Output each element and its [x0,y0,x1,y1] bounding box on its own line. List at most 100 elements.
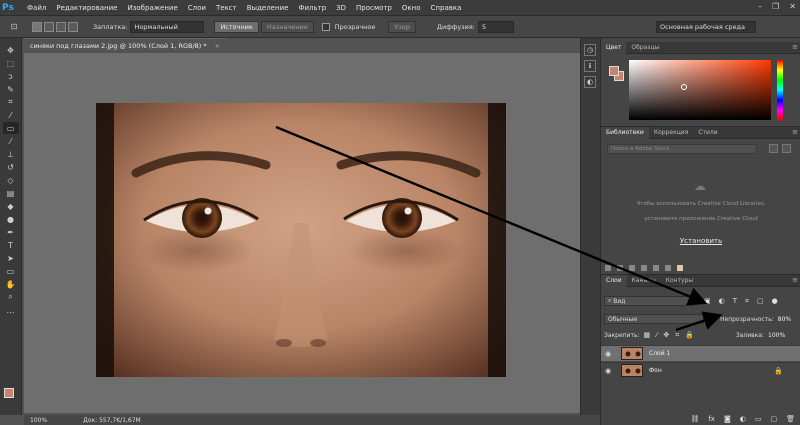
dodge-tool-icon[interactable]: ● [3,213,19,225]
filter-pixel-icon[interactable]: ▣ [704,297,711,306]
history-panel-icon[interactable]: ◷ [584,44,596,56]
maximize-button[interactable]: ❐ [772,2,779,11]
layer-name[interactable]: Фон [649,367,662,374]
more-tools-icon[interactable]: … [3,304,19,316]
library-item-icon[interactable] [605,265,611,271]
menu-select[interactable]: Выделение [242,4,294,12]
zoom-tool-icon[interactable]: ⌕ [3,291,19,303]
filter-type-icon[interactable]: T [733,297,737,306]
intersect-selection-icon[interactable] [68,21,78,32]
color-field[interactable] [629,60,771,120]
panel-menu-icon[interactable]: ≡ [792,128,798,136]
lock-transparency-icon[interactable]: ▦ [644,331,651,340]
eyedropper-tool-icon[interactable]: ⁄ [3,109,19,121]
patch-tool-preset-icon[interactable]: ⊡ [6,20,22,32]
diffusion-select[interactable]: 5 [477,20,514,33]
canvas-area[interactable] [24,53,580,413]
path-select-tool-icon[interactable]: ➤ [3,252,19,264]
face-photo[interactable] [96,103,506,377]
gradient-tool-icon[interactable]: ▤ [3,187,19,199]
stock-search-input[interactable]: Поиск в Adobe Stock [607,144,757,154]
library-item-icon[interactable] [653,265,659,271]
menu-help[interactable]: Справка [426,4,467,12]
menu-window[interactable]: Окно [397,4,426,12]
lock-artboard-icon[interactable]: ⌗ [675,331,679,340]
tab-channels[interactable]: Каналы [627,275,661,287]
workspace-select[interactable]: Основная рабочая среда [655,20,756,33]
color-foreground-swatch[interactable] [609,66,619,76]
move-tool-icon[interactable]: ✥ [3,44,19,56]
visibility-eye-icon[interactable]: ◉ [605,350,617,358]
layer-name[interactable]: Слой 1 [649,350,670,357]
layer-lock-icon[interactable]: 🔒 [774,367,783,375]
delete-layer-icon[interactable]: 🗑 [786,415,795,423]
source-button[interactable]: Источник [214,20,259,33]
library-item-icon[interactable] [629,265,635,271]
pattern-button[interactable]: Узор [388,20,416,33]
adjustment-layer-icon[interactable]: ◐ [740,415,746,423]
adjustments-panel-icon[interactable]: ◐ [584,76,596,88]
panel-menu-icon[interactable]: ≡ [792,276,798,284]
shape-tool-icon[interactable]: ▭ [3,265,19,277]
menu-edit[interactable]: Редактирование [51,4,122,12]
close-tab-icon[interactable]: × [215,42,220,50]
properties-panel-icon[interactable]: ℹ [584,60,596,72]
menu-image[interactable]: Изображение [122,4,182,12]
layer-row-background[interactable]: ◉ Фон 🔒 [601,362,800,378]
lasso-tool-icon[interactable]: ↄ [3,70,19,82]
new-layer-icon[interactable]: ▢ [770,415,777,423]
tab-adjustments[interactable]: Коррекция [649,127,693,139]
filter-adjustment-icon[interactable]: ◐ [719,297,725,306]
patch-tool-icon[interactable]: ▭ [2,122,19,134]
panel-menu-icon[interactable]: ≡ [792,43,798,51]
hue-slider[interactable] [777,60,783,120]
transparent-checkbox[interactable] [321,22,330,31]
zoom-level[interactable]: 100% [30,417,47,424]
group-icon[interactable]: ▭ [755,415,762,423]
subtract-selection-icon[interactable] [56,21,66,32]
menu-type[interactable]: Текст [211,4,242,12]
eraser-tool-icon[interactable]: ◇ [3,174,19,186]
blur-tool-icon[interactable]: ◆ [3,200,19,212]
close-window-button[interactable]: ✕ [789,2,796,11]
document-tab[interactable]: синяки под глазами 2.jpg @ 100% (Слой 1,… [24,38,227,52]
lock-pixels-icon[interactable]: ⁄ [656,331,657,340]
lock-all-icon[interactable]: 🔒 [685,331,694,340]
library-item-icon[interactable] [617,265,623,271]
minimize-button[interactable]: – [758,2,762,11]
visibility-eye-icon[interactable]: ◉ [605,367,617,375]
blend-mode-select[interactable]: Обычные [604,314,704,324]
new-selection-icon[interactable] [32,21,42,32]
fill-value[interactable]: 100% [768,332,785,339]
color-picker-marker[interactable] [681,84,687,90]
fx-icon[interactable]: fx [708,415,715,423]
menu-file[interactable]: Файл [22,4,51,12]
filter-smart-icon[interactable]: ▢ [757,297,764,306]
tab-libraries[interactable]: Библиотеки [601,126,649,139]
layer-row-layer1[interactable]: ◉ Слой 1 [601,345,800,361]
menu-layers[interactable]: Слои [183,4,211,12]
list-view-icon[interactable] [782,144,791,153]
quick-select-tool-icon[interactable]: ✎ [3,83,19,95]
library-color-icon[interactable] [677,265,683,271]
pen-tool-icon[interactable]: ✒ [3,226,19,238]
tab-layers[interactable]: Слои [601,274,627,287]
crop-tool-icon[interactable]: ⌗ [3,96,19,108]
tab-color[interactable]: Цвет [601,41,627,54]
filter-shape-icon[interactable]: ⌗ [745,297,749,306]
type-tool-icon[interactable]: T [3,239,19,251]
install-link[interactable]: Установить [661,237,741,245]
brush-tool-icon[interactable]: ⁄ [3,135,19,147]
link-layers-icon[interactable]: ⛓ [690,415,699,423]
lock-position-icon[interactable]: ✥ [663,331,669,340]
destination-button[interactable]: Назначение [260,20,314,33]
filter-toggle-icon[interactable]: ● [772,297,778,306]
tab-swatches[interactable]: Образцы [626,42,664,54]
hand-tool-icon[interactable]: ✋ [3,278,19,290]
library-item-icon[interactable] [665,265,671,271]
layer-filter-select[interactable]: ⌕ Вид [604,296,694,306]
patch-mode-select[interactable]: Нормальный [130,20,205,33]
foreground-color-swatch[interactable] [4,388,14,398]
stamp-tool-icon[interactable]: ⊥ [3,148,19,160]
add-selection-icon[interactable] [44,21,54,32]
